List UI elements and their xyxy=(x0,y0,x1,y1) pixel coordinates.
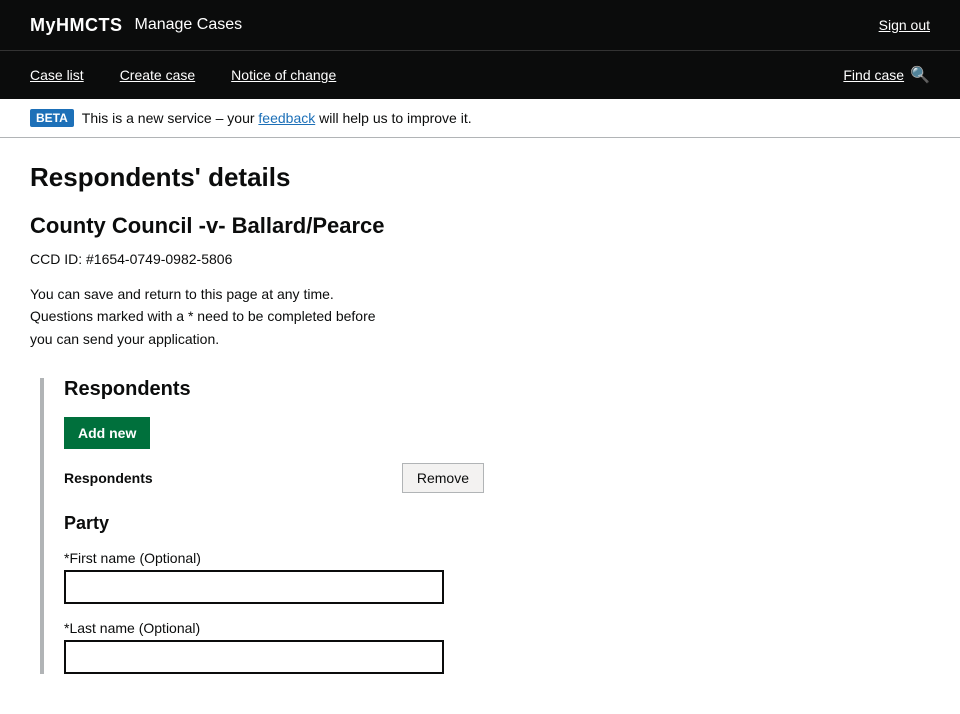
last-name-group: *Last name (Optional) xyxy=(64,620,930,674)
case-id: CCD ID: #1654-0749-0982-5806 xyxy=(30,251,930,267)
feedback-link[interactable]: feedback xyxy=(258,110,315,126)
navbar: Case list Create case Notice of change F… xyxy=(0,50,960,99)
party-heading: Party xyxy=(64,513,930,534)
signout-container: Sign out xyxy=(879,17,930,33)
header-left: MyHMCTS Manage Cases xyxy=(30,15,242,36)
respondents-label: Respondents xyxy=(64,470,153,486)
beta-banner: BETA This is a new service – your feedba… xyxy=(0,99,960,138)
find-case-link[interactable]: Find case xyxy=(843,67,904,83)
add-new-button[interactable]: Add new xyxy=(64,417,150,449)
beta-text: This is a new service – your feedback wi… xyxy=(82,110,472,126)
header: MyHMCTS Manage Cases Sign out xyxy=(0,0,960,50)
nav-create-case[interactable]: Create case xyxy=(102,53,213,97)
case-title: County Council -v- Ballard/Pearce xyxy=(30,213,930,239)
last-name-input[interactable] xyxy=(64,640,444,674)
beta-tag: BETA xyxy=(30,109,74,127)
main-content: Respondents' details County Council -v- … xyxy=(0,138,960,714)
first-name-group: *First name (Optional) xyxy=(64,550,930,604)
form-section: Respondents Add new Respondents Remove P… xyxy=(40,378,930,674)
respondents-row: Respondents Remove xyxy=(64,463,484,493)
first-name-input[interactable] xyxy=(64,570,444,604)
section-heading: Respondents xyxy=(64,378,930,401)
signout-link[interactable]: Sign out xyxy=(879,17,930,33)
nav-right: Find case 🔍 xyxy=(843,51,930,99)
nav-links: Case list Create case Notice of change xyxy=(30,53,354,97)
nav-case-list[interactable]: Case list xyxy=(30,53,102,97)
first-name-label: *First name (Optional) xyxy=(64,550,930,566)
page-title: Respondents' details xyxy=(30,162,930,193)
brand-name: MyHMCTS xyxy=(30,15,123,36)
info-text: You can save and return to this page at … xyxy=(30,283,930,350)
app-title: Manage Cases xyxy=(135,16,243,34)
nav-notice-of-change[interactable]: Notice of change xyxy=(213,53,354,97)
search-icon: 🔍 xyxy=(910,65,930,85)
remove-button[interactable]: Remove xyxy=(402,463,484,493)
last-name-label: *Last name (Optional) xyxy=(64,620,930,636)
